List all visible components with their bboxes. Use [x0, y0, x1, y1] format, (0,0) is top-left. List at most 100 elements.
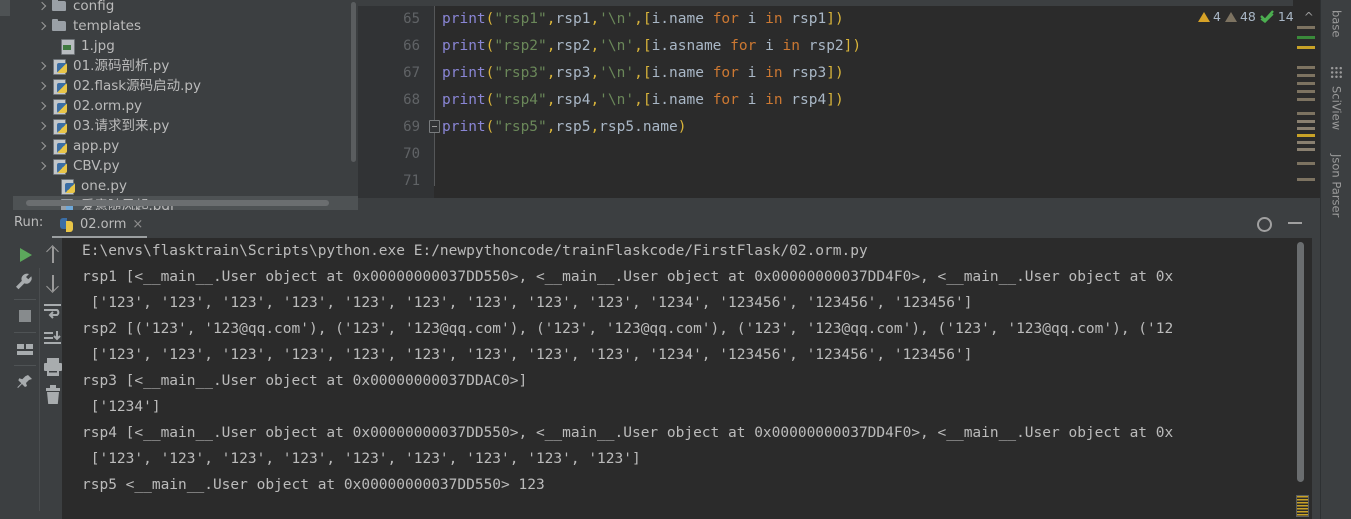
folder-icon [51, 18, 69, 34]
tree-horizontal-scrollbar[interactable] [26, 200, 329, 206]
code-token: in [765, 11, 783, 27]
marker-stripe-13[interactable] [1297, 148, 1315, 151]
tree-item-2[interactable]: 1.jpg [13, 36, 358, 56]
code-fold-marker[interactable] [429, 120, 440, 133]
code-token: , [590, 11, 600, 27]
chevron-right-icon[interactable] [35, 99, 50, 114]
code-token: , [546, 119, 556, 135]
code-token: rsp5.name [599, 119, 678, 135]
gear-icon[interactable] [1255, 215, 1272, 232]
chevron-right-icon[interactable] [35, 119, 50, 134]
marker-stripe-12[interactable] [1297, 141, 1315, 144]
tool-button-json-parser[interactable]: Json Parser [1321, 150, 1351, 235]
close-icon[interactable]: × [132, 217, 143, 232]
marker-stripe-11[interactable] [1297, 134, 1315, 137]
tree-item-9[interactable]: one.py [13, 176, 358, 196]
code-line-67[interactable]: print("rsp3",rsp3,'\n',[i.name for i in … [442, 60, 1293, 87]
marker-stripe-15[interactable] [1297, 178, 1315, 181]
code-token: ] [826, 65, 835, 81]
marker-stripe-8[interactable] [1297, 112, 1315, 115]
tree-item-label: 02.orm.py [73, 98, 143, 114]
rerun-button[interactable] [12, 242, 38, 268]
weak-warning-count: 48 [1239, 9, 1256, 24]
typo-count-group[interactable]: 14 [1260, 9, 1294, 24]
marker-stripe-6[interactable] [1297, 90, 1315, 93]
editor-marker-bar[interactable] [1295, 26, 1317, 194]
tree-item-0[interactable]: config [13, 0, 358, 16]
marker-stripe-3[interactable] [1297, 66, 1315, 69]
top-area: config templates 1.jpg 01.源码剖析.py 02.flask源码… [0, 0, 1351, 210]
python-file-icon [59, 178, 77, 195]
tool-button-sciview[interactable]: SciView [1321, 82, 1351, 146]
code-token: print [442, 65, 486, 81]
tree-item-8[interactable]: CBV.py [13, 156, 358, 176]
code-token: , [546, 38, 556, 54]
marker-stripe-9[interactable] [1297, 120, 1315, 123]
chevron-right-icon[interactable] [35, 79, 50, 94]
edit-configurations-button[interactable] [12, 270, 38, 296]
tool-button-base[interactable]: base [1321, 6, 1351, 60]
run-panel-bottom-strip [0, 511, 62, 519]
code-line-69[interactable]: print("rsp5",rsp5,rsp5.name) [442, 114, 1293, 141]
pin-tab-button[interactable] [12, 369, 38, 395]
code-token: ) [834, 65, 844, 81]
stop-button[interactable] [12, 303, 38, 329]
tree-item-7[interactable]: app.py [13, 136, 358, 156]
editor-gutter[interactable]: 65 66 67 68 69 70 71 [358, 6, 434, 198]
image-file-icon [59, 38, 77, 55]
marker-stripe-1[interactable] [1297, 36, 1315, 39]
tree-item-label: 03.请求到来.py [73, 118, 170, 134]
chevron-right-icon[interactable] [35, 139, 50, 154]
minimize-icon[interactable] [1288, 221, 1302, 224]
weak-warning-count-group[interactable]: 48 [1224, 9, 1256, 24]
marker-stripe-2[interactable] [1297, 46, 1315, 49]
code-line-66[interactable]: print("rsp2",rsp2,'\n',[i.asname for i i… [442, 33, 1293, 60]
run-console-output[interactable]: E:\envs\flasktrain\Scripts\python.exe E:… [62, 238, 1312, 519]
editor-fold-guide [434, 6, 435, 186]
tree-item-4[interactable]: 02.flask源码启动.py [13, 76, 358, 96]
layout-button[interactable] [12, 336, 38, 362]
code-token: rsp2 [555, 38, 591, 54]
console-line-9: rsp5 <__main__.User object at 0x00000000… [82, 477, 545, 493]
code-token: '\n' [599, 65, 635, 81]
tree-item-label: 02.flask源码启动.py [73, 78, 201, 94]
code-line-68[interactable]: print("rsp4",rsp4,'\n',[i.name for i in … [442, 87, 1293, 114]
code-token: , [590, 92, 600, 108]
marker-stripe-5[interactable] [1297, 82, 1315, 85]
code-editor[interactable]: 65 66 67 68 69 70 71 print("rsp1",rsp1,'\n',[i… [358, 0, 1293, 198]
code-token: , [634, 65, 643, 81]
marker-stripe-10[interactable] [1297, 127, 1315, 130]
code-line-71[interactable] [442, 168, 1293, 195]
run-tab-02-orm[interactable]: 02.orm × [52, 212, 151, 237]
marker-stripe-4[interactable] [1297, 74, 1315, 77]
tree-item-6[interactable]: 03.请求到来.py [13, 116, 358, 136]
chevron-right-icon[interactable] [35, 0, 50, 14]
chevron-right-icon[interactable] [35, 19, 50, 34]
code-token: [ [642, 38, 652, 54]
python-file-icon [51, 78, 69, 95]
code-token: ] [826, 92, 835, 108]
line-number-67: 67 [403, 65, 420, 81]
code-token: "rsp5" [494, 119, 547, 135]
wrench-icon [16, 273, 32, 290]
tree-item-3[interactable]: 01.源码剖析.py [13, 56, 358, 76]
tree-item-5[interactable]: 02.orm.py [13, 96, 358, 116]
chevron-right-icon[interactable] [35, 159, 50, 174]
marker-stripe-7[interactable] [1297, 98, 1315, 101]
prev-problem-icon[interactable]: ^ [1304, 10, 1314, 24]
tree-item-1[interactable]: templates [13, 16, 358, 36]
marker-stripe-0[interactable] [1297, 26, 1315, 29]
project-tree[interactable]: config templates 1.jpg 01.源码剖析.py 02.flask源码… [13, 0, 358, 210]
console-vertical-scrollbar[interactable] [1297, 242, 1304, 482]
left-strip-nub [0, 0, 10, 16]
code-token: '\n' [599, 11, 635, 27]
warning-count-group[interactable]: 4 [1198, 9, 1221, 24]
chevron-right-icon[interactable] [35, 59, 50, 74]
tree-vertical-scrollbar[interactable] [351, 2, 356, 162]
code-line-65[interactable]: print("rsp1",rsp1,'\n',[i.name for i in … [442, 6, 1293, 33]
marker-stripe-14[interactable] [1297, 162, 1315, 165]
code-token: in [782, 38, 801, 54]
code-token: ) [677, 119, 687, 135]
code-line-70[interactable] [442, 141, 1293, 168]
editor-code-area[interactable]: print("rsp1",rsp1,'\n',[i.name for i in … [442, 6, 1293, 198]
